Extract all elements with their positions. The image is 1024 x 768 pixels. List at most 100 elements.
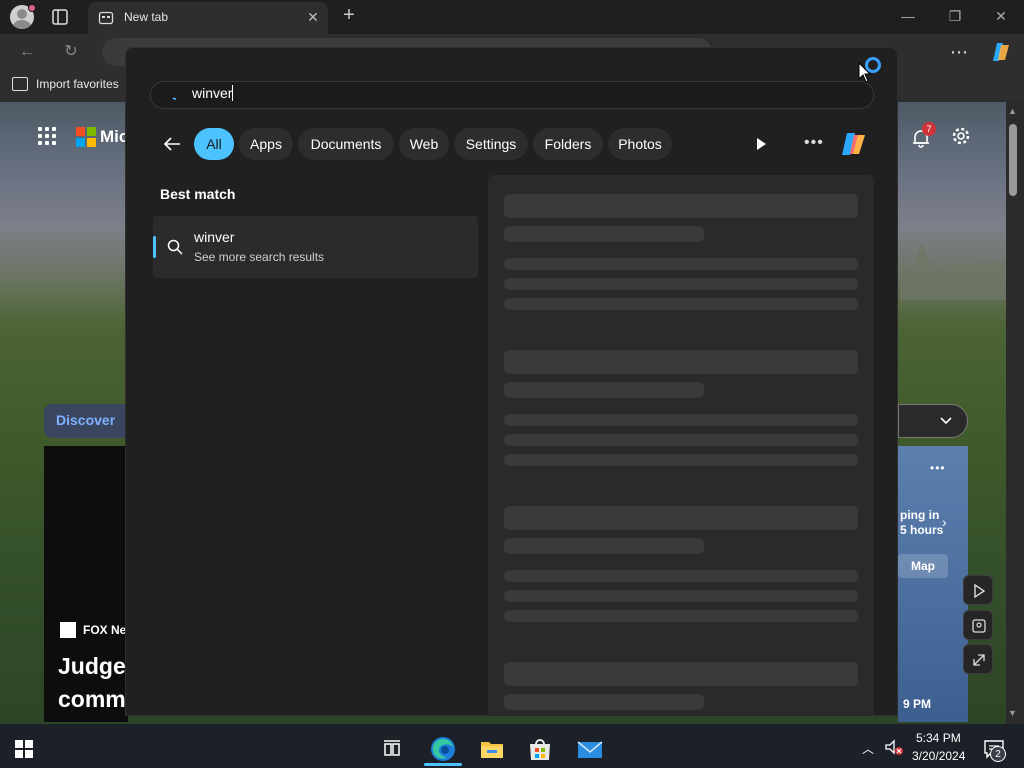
search-query-value: winver bbox=[192, 85, 233, 101]
task-view-icon[interactable] bbox=[376, 733, 408, 765]
expand-icon bbox=[973, 654, 985, 666]
notification-count-badge: 2 bbox=[990, 746, 1006, 762]
skeleton-line bbox=[504, 434, 858, 446]
background-image-button[interactable] bbox=[963, 610, 993, 640]
filter-folders[interactable]: Folders bbox=[533, 128, 603, 160]
weather-forecast-text: ping in 5 hours bbox=[900, 508, 943, 538]
clock-time[interactable]: 5:34 PM bbox=[916, 731, 961, 745]
skeleton-block bbox=[504, 350, 858, 374]
weather-more-icon[interactable]: ••• bbox=[930, 461, 946, 475]
minimize-button[interactable]: — bbox=[896, 6, 920, 26]
chevron-down-icon bbox=[940, 417, 952, 425]
best-match-heading: Best match bbox=[160, 186, 236, 202]
skeleton-line bbox=[504, 414, 858, 426]
windows-start-icon[interactable] bbox=[15, 740, 33, 758]
active-app-indicator bbox=[424, 763, 462, 766]
skeleton-line bbox=[504, 570, 858, 582]
filter-photos[interactable]: Photos bbox=[608, 128, 672, 160]
weather-time: 9 PM bbox=[903, 697, 932, 711]
refresh-button[interactable]: ↻ bbox=[58, 40, 84, 64]
show-hidden-icons-chevron-icon[interactable]: ︿ bbox=[862, 740, 874, 757]
skeleton-line bbox=[504, 454, 858, 466]
file-explorer-icon[interactable] bbox=[476, 733, 508, 765]
copilot-icon[interactable] bbox=[838, 128, 870, 160]
weather-card[interactable] bbox=[898, 446, 968, 722]
result-subtitle: See more search results bbox=[194, 250, 325, 264]
tab-title: New tab bbox=[124, 10, 169, 24]
expand-button[interactable] bbox=[963, 644, 993, 674]
mouse-pointer-icon bbox=[858, 62, 872, 83]
filter-apps[interactable]: Apps bbox=[239, 128, 293, 160]
desktop-screen: New tab ✕ + — ❐ ✕ ← ↻ ⋯ Import favorites… bbox=[0, 0, 1024, 768]
skeleton-block bbox=[504, 662, 858, 686]
skeleton-line bbox=[504, 538, 704, 554]
play-icon[interactable] bbox=[752, 134, 770, 154]
filter-settings[interactable]: Settings bbox=[454, 128, 528, 160]
profile-status-dot bbox=[28, 4, 36, 12]
scroll-down-icon[interactable]: ▼ bbox=[1008, 708, 1017, 718]
new-tab-page-icon bbox=[98, 11, 114, 25]
feed-dropdown[interactable] bbox=[898, 404, 968, 438]
filter-web[interactable]: Web bbox=[399, 128, 449, 160]
weather-line-1: ping in bbox=[900, 508, 940, 522]
search-icon bbox=[167, 239, 183, 255]
tabs-icon[interactable] bbox=[51, 8, 69, 26]
skeleton-line bbox=[504, 382, 704, 398]
back-arrow-icon[interactable] bbox=[160, 132, 184, 156]
import-favorites-link[interactable]: Import favorites bbox=[12, 77, 119, 91]
skeleton-line bbox=[504, 298, 858, 310]
edge-icon[interactable] bbox=[427, 733, 459, 765]
preview-pane-loading bbox=[488, 175, 874, 716]
close-window-button[interactable]: ✕ bbox=[989, 6, 1013, 26]
skeleton-block bbox=[504, 506, 858, 530]
notification-badge: 7 bbox=[922, 122, 936, 136]
copilot-icon[interactable] bbox=[989, 40, 1013, 64]
skeleton-line bbox=[504, 590, 858, 602]
image-icon bbox=[972, 619, 986, 633]
skeleton-line bbox=[504, 278, 858, 290]
store-icon[interactable] bbox=[524, 733, 556, 765]
back-button[interactable]: ← bbox=[14, 40, 40, 64]
news-source: FOX Ne bbox=[83, 623, 125, 637]
loading-spinner-icon bbox=[172, 97, 177, 100]
more-options-icon[interactable]: ••• bbox=[804, 134, 826, 154]
app-launcher-icon[interactable] bbox=[38, 127, 56, 145]
gear-icon[interactable] bbox=[950, 125, 972, 147]
headline-line-2: comm bbox=[58, 686, 126, 712]
skeleton-line bbox=[504, 694, 704, 710]
news-headline[interactable]: Judge comm bbox=[58, 650, 126, 716]
scrollbar-thumb[interactable] bbox=[1009, 124, 1017, 196]
tab-new-tab[interactable]: New tab ✕ bbox=[88, 2, 328, 34]
discover-label: Discover bbox=[56, 412, 116, 428]
restore-button[interactable]: ❐ bbox=[943, 6, 967, 26]
search-query-text[interactable]: winver bbox=[192, 85, 234, 101]
skeleton-line bbox=[504, 610, 858, 622]
play-video-button[interactable] bbox=[963, 575, 993, 605]
best-match-result[interactable] bbox=[153, 216, 478, 278]
scroll-up-icon[interactable]: ▲ bbox=[1008, 106, 1017, 116]
import-favorites-label: Import favorites bbox=[36, 77, 119, 91]
fox-news-logo-icon bbox=[60, 622, 76, 638]
skeleton-block bbox=[504, 194, 858, 218]
clock-date[interactable]: 3/20/2024 bbox=[912, 749, 965, 763]
close-tab-icon[interactable]: ✕ bbox=[304, 8, 322, 26]
selection-indicator bbox=[153, 236, 156, 258]
mail-icon[interactable] bbox=[574, 733, 606, 765]
settings-more-button[interactable]: ⋯ bbox=[946, 40, 972, 64]
new-tab-button[interactable]: + bbox=[338, 5, 360, 27]
text-caret bbox=[232, 85, 234, 101]
weather-line-2: 5 hours bbox=[900, 523, 944, 537]
landscape-mountain bbox=[900, 244, 1010, 300]
map-button[interactable]: Map bbox=[898, 554, 948, 578]
chevron-right-icon[interactable]: › bbox=[942, 514, 947, 530]
filter-documents[interactable]: Documents bbox=[298, 128, 394, 160]
play-outline-icon bbox=[974, 583, 986, 599]
search-input[interactable] bbox=[150, 81, 874, 109]
headline-line-1: Judge bbox=[58, 653, 126, 679]
microsoft-logo-icon bbox=[76, 127, 96, 147]
import-icon bbox=[12, 77, 28, 91]
skeleton-line bbox=[504, 226, 704, 242]
filter-all[interactable]: All bbox=[194, 128, 234, 160]
volume-muted-icon[interactable] bbox=[884, 738, 904, 756]
result-title: winver bbox=[194, 229, 235, 245]
